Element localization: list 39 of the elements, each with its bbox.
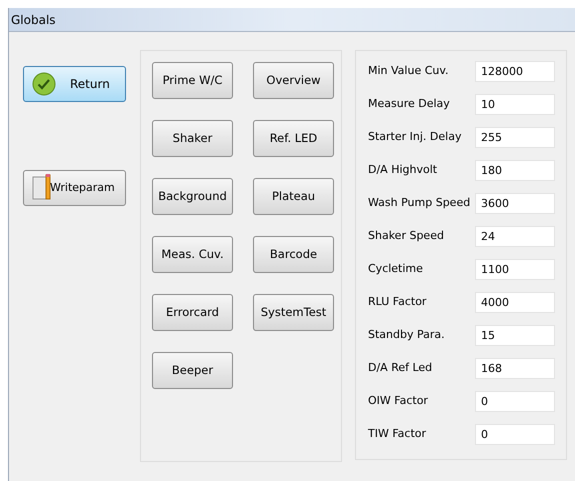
parameter-label: TIW Factor — [368, 426, 428, 442]
parameter-label: Starter Inj. Delay — [368, 129, 462, 146]
parameter-label: RLU Factor — [368, 294, 428, 310]
function-button[interactable]: Ref. LED — [253, 120, 334, 157]
input-field[interactable]: 128000 — [475, 61, 555, 82]
input-field[interactable]: 255 — [475, 127, 555, 148]
input-field[interactable]: 10 — [475, 94, 555, 115]
window-title: Globals — [11, 12, 56, 28]
side-button[interactable]: Return — [23, 66, 126, 102]
function-button[interactable]: Prime W/C — [152, 62, 233, 99]
parameter-label: Measure Delay — [368, 96, 451, 112]
parameter-label: D/A Highvolt — [368, 162, 438, 178]
parameter-label: Min Value Cuv. — [368, 63, 450, 80]
function-button[interactable]: Errorcard — [152, 294, 233, 331]
function-button[interactable]: Shaker — [152, 120, 233, 157]
function-button[interactable]: Plateau — [253, 178, 334, 215]
input-field[interactable]: 15 — [475, 325, 555, 346]
input-field[interactable]: 0 — [475, 424, 555, 445]
parameter-label: D/A Ref Led — [368, 360, 434, 376]
check-icon — [32, 72, 56, 96]
parameter-label: OIW Factor — [368, 393, 429, 410]
parameter-label: Standby Para. — [368, 327, 446, 344]
function-button[interactable]: SystemTest — [253, 294, 334, 331]
input-field[interactable]: 4000 — [475, 292, 555, 313]
input-field[interactable]: 180 — [475, 160, 555, 181]
input-field[interactable]: 0 — [475, 391, 555, 412]
parameter-label: Wash Pump Speed — [368, 195, 472, 212]
function-button[interactable]: Beeper — [152, 352, 233, 389]
parameter-label: Shaker Speed — [368, 228, 445, 244]
function-button[interactable]: Overview — [253, 62, 334, 99]
input-field[interactable]: 168 — [475, 358, 555, 379]
function-button[interactable]: Meas. Cuv. — [152, 236, 233, 273]
side-button[interactable]: Writeparam — [23, 170, 126, 206]
input-field[interactable]: 24 — [475, 226, 555, 247]
function-button[interactable]: Background — [152, 178, 233, 215]
input-field[interactable]: 3600 — [475, 193, 555, 214]
parameter-label: Cycletime — [368, 261, 424, 278]
input-field[interactable]: 1100 — [475, 259, 555, 280]
function-button[interactable]: Barcode — [253, 236, 334, 273]
